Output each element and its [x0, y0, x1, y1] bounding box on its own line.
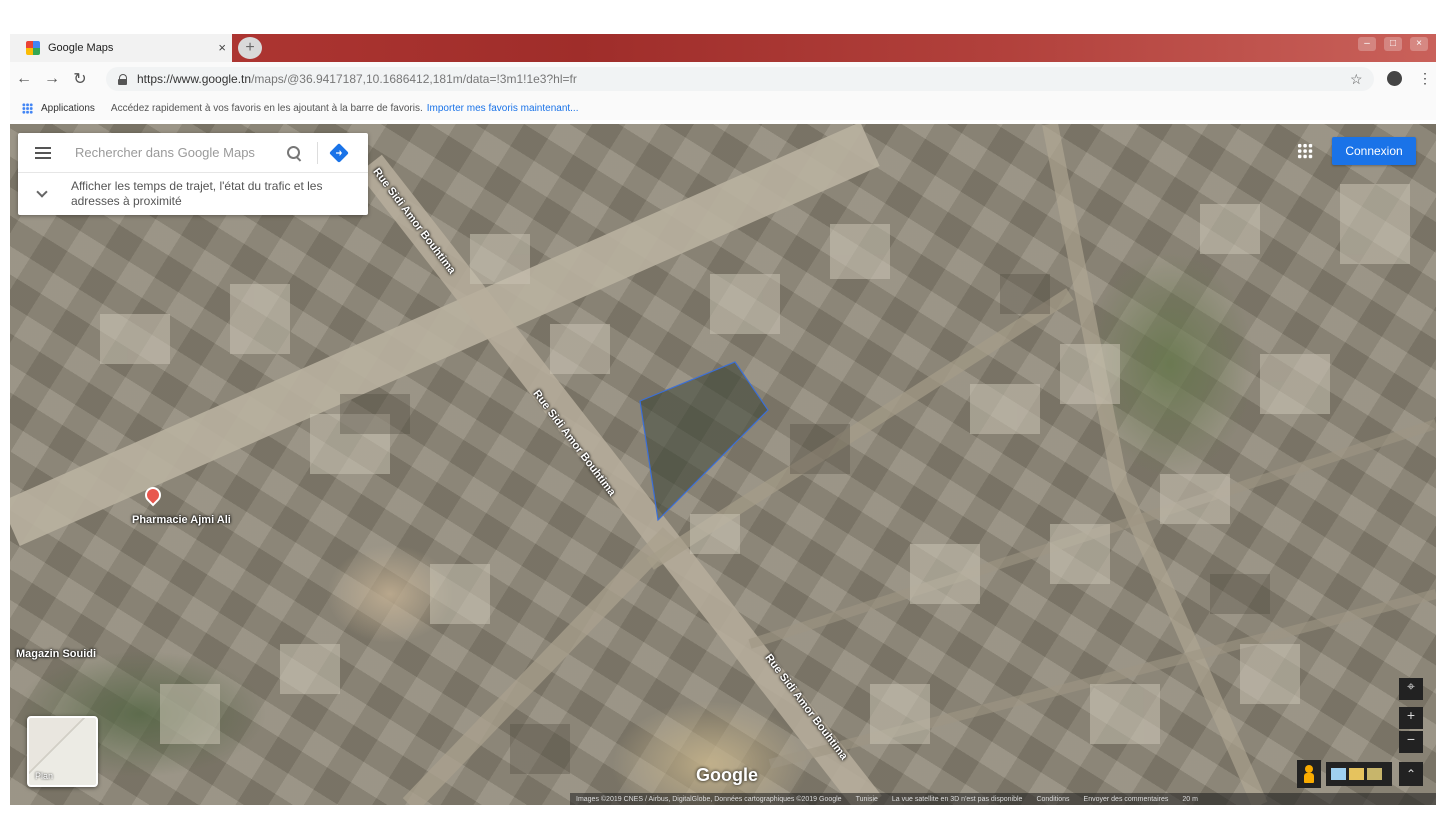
poi-store-label[interactable]: Magazin Souidi	[16, 648, 96, 660]
google-maps-favicon-icon	[26, 41, 40, 55]
lock-icon	[118, 73, 128, 85]
directions-icon[interactable]	[329, 142, 349, 163]
url-host: https://www.google.tn	[137, 72, 252, 86]
google-logo: Google	[696, 765, 758, 785]
bookmark-star-icon[interactable]: ☆	[1350, 71, 1363, 88]
map-thumbnail-icon	[1331, 768, 1346, 780]
bookmarks-bar: Applications Accédez rapidement à vos fa…	[10, 96, 1436, 120]
pegman-icon[interactable]	[1297, 760, 1321, 788]
tab-google-maps[interactable]: Google Maps ×	[10, 34, 232, 62]
search-icon[interactable]	[287, 145, 301, 160]
map-footer: Images ©2019 CNES / Airbus, DigitalGlobe…	[570, 793, 1436, 805]
imagery-notice: La vue satellite en 3D n'est pas disponi…	[891, 795, 1023, 803]
scale-bar[interactable]: 20 m	[1182, 796, 1198, 803]
address-bar[interactable]: https://www.google.tn/maps/@36.9417187,1…	[106, 67, 1374, 91]
reload-button[interactable]: ↻	[66, 69, 94, 89]
map-layer-switcher[interactable]: Plan	[27, 716, 98, 787]
maximize-button[interactable]: □	[1384, 37, 1402, 51]
forward-button[interactable]: →	[38, 70, 66, 88]
poi-pharmacy-label[interactable]: Pharmacie Ajmi Ali	[132, 514, 231, 526]
signin-button[interactable]: Connexion	[1332, 137, 1416, 165]
compass-icon[interactable]: ⌖	[1399, 678, 1423, 700]
traffic-info-text: Afficher les temps de trajet, l'état du …	[70, 178, 323, 208]
imagery-type-selector[interactable]	[1326, 762, 1392, 786]
attribution-text: Images ©2019 CNES / Airbus, DigitalGlobe…	[576, 795, 842, 803]
google-apps-icon[interactable]	[1297, 143, 1313, 159]
apps-shortcut[interactable]: Applications	[41, 103, 95, 114]
country-link[interactable]: Tunisie	[856, 796, 878, 803]
import-bookmarks-link[interactable]: Importer mes favoris maintenant...	[427, 103, 579, 114]
bookmarks-hint: Accédez rapidement à vos favoris en les …	[110, 102, 423, 114]
menu-icon[interactable]	[35, 144, 51, 162]
chevron-down-icon	[36, 185, 48, 198]
expand-imagery-icon[interactable]: ⌃	[1399, 762, 1423, 786]
tab-title: Google Maps	[48, 42, 114, 54]
browser-toolbar: ← → ↻ https://www.google.tn/maps/@36.941…	[10, 62, 1436, 96]
satellite-map[interactable]: Afficher les temps de trajet, l'état du …	[10, 124, 1436, 805]
search-panel: Afficher les temps de trajet, l'état du …	[18, 133, 368, 215]
new-tab-button[interactable]: +	[238, 37, 262, 59]
zoom-in-button[interactable]: +	[1399, 707, 1423, 729]
layer-label: Plan	[35, 771, 54, 781]
apps-grid-icon[interactable]	[22, 102, 33, 114]
account-avatar-icon[interactable]	[1387, 71, 1402, 86]
divider	[317, 141, 318, 164]
feedback-link[interactable]: Envoyer des commentaires	[1084, 796, 1169, 803]
tab-close-icon[interactable]: ×	[218, 40, 226, 55]
terrain-thumbnail-icon	[1349, 768, 1364, 780]
map-imagery	[10, 124, 1436, 805]
browser-menu-icon[interactable]: ⋮	[1418, 70, 1432, 87]
back-button[interactable]: ←	[10, 70, 38, 88]
close-window-button[interactable]: ×	[1410, 37, 1428, 51]
terms-link[interactable]: Conditions	[1036, 796, 1069, 803]
search-input[interactable]	[75, 145, 275, 160]
minimize-button[interactable]: –	[1358, 37, 1376, 51]
window-controls: – □ ×	[1358, 37, 1428, 51]
satellite-thumbnail-icon	[1367, 768, 1382, 780]
traffic-info-toggle[interactable]: Afficher les temps de trajet, l'état du …	[18, 173, 368, 214]
tab-strip: Google Maps × + – □ ×	[10, 34, 1436, 62]
url-path: /maps/@36.9417187,10.1686412,181m/data=!…	[251, 72, 577, 86]
zoom-out-button[interactable]: −	[1399, 731, 1423, 753]
